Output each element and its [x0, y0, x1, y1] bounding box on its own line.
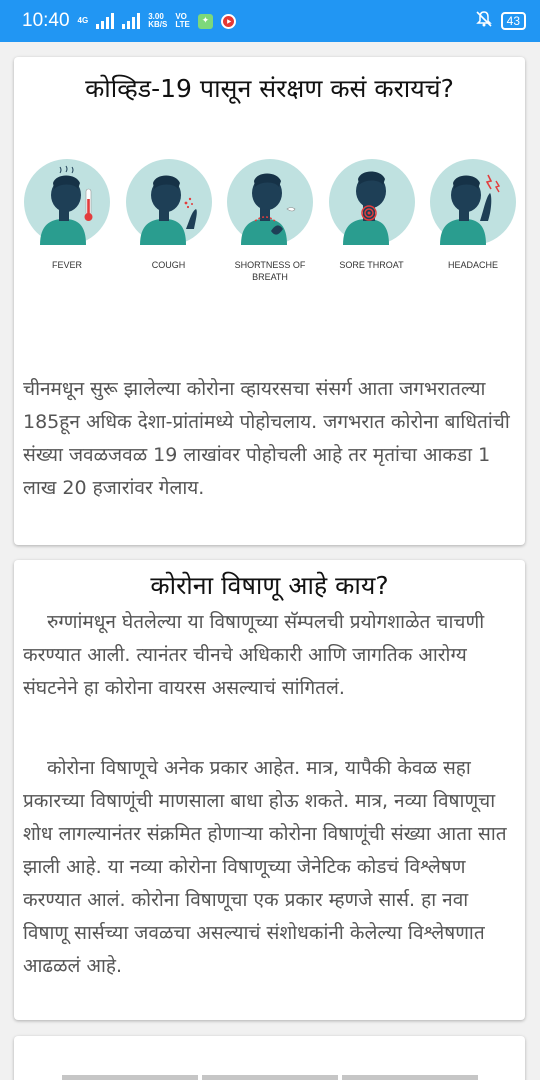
- card-title: कोरोना विषाणू आहे काय?: [150, 571, 389, 600]
- lab-test-paragraph: रुग्णांमधून घेतलेल्या या विषाणूच्या सॅम्…: [23, 611, 485, 699]
- sore-throat-icon: [328, 159, 415, 245]
- status-bar: 10:40 4G 3.00 KB/S VO LTE ✦ 43: [0, 0, 540, 42]
- symptom-shortness-of-breath: SHORTNESS OF BREATH: [225, 159, 315, 283]
- fever-icon: [24, 159, 110, 245]
- covid-protection-card: कोव्हिड-19 पासून संरक्षण कसं करायचं? FEV…: [14, 57, 525, 545]
- symptom-cough: COUGH: [124, 159, 214, 283]
- youtube-icon: [220, 13, 236, 29]
- network-indicator: 4G: [78, 17, 89, 25]
- card-title: कोव्हिड-19 पासून संरक्षण कसं करायचं?: [85, 74, 454, 103]
- symptom-label: HEADACHE: [447, 260, 498, 270]
- next-card: [14, 1036, 525, 1080]
- status-time: 10:40: [22, 10, 70, 31]
- data-speed: 3.00 KB/S: [148, 13, 167, 29]
- cough-icon: [125, 159, 212, 245]
- symptom-label: FEVER: [51, 260, 82, 270]
- notification-app-icon: ✦: [197, 13, 213, 29]
- battery-indicator: 43: [500, 12, 526, 30]
- signal-icon-2: [122, 13, 141, 29]
- what-is-corona-card: कोरोना विषाणू आहे काय? रुग्णांमधून घेतले…: [14, 560, 525, 1020]
- data-speed-unit: KB/S: [148, 20, 168, 29]
- network-type: 4G: [77, 16, 89, 25]
- symptom-label: SHORTNESS OF BREATH: [234, 260, 306, 282]
- signal-icon: [96, 13, 115, 29]
- symptom-label: SORE THROAT: [339, 260, 404, 270]
- volte-indicator: VO LTE: [175, 13, 190, 29]
- virus-types-paragraph: कोरोना विषाणूचे अनेक प्रकार आहेत. मात्र,…: [23, 757, 507, 977]
- symptom-fever: FEVER: [22, 159, 112, 283]
- shortness-of-breath-icon: [227, 159, 313, 245]
- symptom-label: COUGH: [151, 260, 186, 270]
- mute-icon: [475, 10, 493, 32]
- symptom-sore-throat: SORE THROAT: [327, 159, 417, 283]
- spread-paragraph: चीनमधून सुरू झालेल्या कोरोना व्हायरसचा स…: [23, 378, 510, 499]
- headache-icon: [430, 159, 516, 245]
- symptoms-illustration: FEVER COUGH SHORTNESS OF BREATH SORE THR…: [22, 159, 518, 283]
- bottom-scroll-indicator: [62, 1075, 478, 1080]
- symptom-headache: HEADACHE: [428, 159, 518, 283]
- volte-bottom: LTE: [175, 20, 190, 29]
